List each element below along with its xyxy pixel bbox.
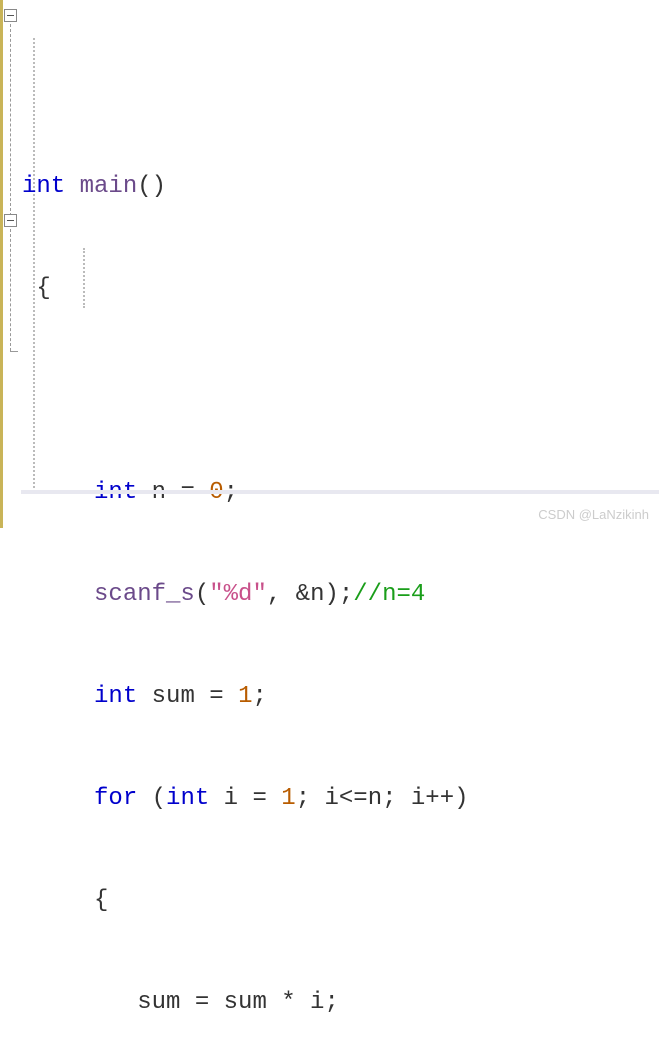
code-line: int sum = 1; <box>22 680 659 714</box>
code-line: for (int i = 1; i<=n; i++) <box>22 782 659 816</box>
watermark: CSDN @LaNzikinh <box>538 507 649 522</box>
code-line: { <box>22 272 659 306</box>
code-line: { <box>22 884 659 918</box>
code-line: int main() <box>22 170 659 204</box>
code-line: scanf_s("%d", &n);//n=4 <box>22 578 659 612</box>
code-line <box>22 374 659 408</box>
code-line: sum = sum * i; <box>22 986 659 1020</box>
fold-gutter <box>0 0 18 528</box>
line-highlight <box>21 490 659 494</box>
code-editor: int main() { int n = 0; scanf_s("%d", &n… <box>0 0 659 528</box>
fold-toggle-main[interactable] <box>4 9 17 22</box>
fold-toggle-for[interactable] <box>4 214 17 227</box>
code-area[interactable]: int main() { int n = 0; scanf_s("%d", &n… <box>18 0 659 528</box>
